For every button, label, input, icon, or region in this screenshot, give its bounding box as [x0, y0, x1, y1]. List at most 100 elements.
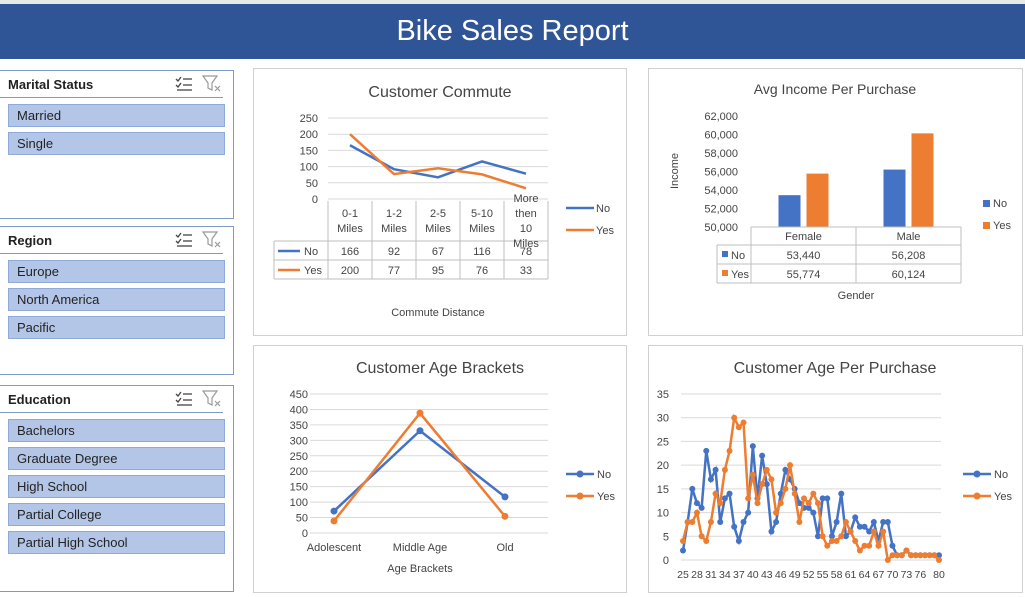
data-point-yes [787, 462, 794, 469]
data-point-yes [852, 538, 859, 545]
x-tick-label: 31 [705, 569, 717, 581]
slicer-education-item-partial-high-school[interactable]: Partial High School [8, 531, 225, 554]
y-tick-label: 0 [663, 555, 669, 567]
data-point-no [773, 519, 780, 526]
x-tick-label: 25 [677, 569, 689, 581]
bar-yes [911, 133, 934, 227]
data-value: 60,124 [892, 269, 926, 281]
slicer-region-item-pacific[interactable]: Pacific [8, 316, 225, 339]
series-line-yes [349, 133, 527, 190]
data-point-yes [931, 552, 938, 559]
multi-select-icon[interactable] [173, 390, 195, 408]
data-value: 76 [476, 265, 488, 277]
x-axis-title: Age Brackets [387, 563, 453, 575]
data-value: 200 [341, 265, 359, 277]
age-per-purchase-chart-panel[interactable]: Customer Age Per Purchase 35 30 25 20 15 10 5 0 2… [648, 345, 1023, 593]
y-tick-label: 200 [290, 466, 308, 478]
y-tick-label: 100 [290, 497, 308, 509]
data-point-yes [870, 528, 877, 535]
slicer-region[interactable]: Region Europe North America Pacific [0, 226, 234, 375]
legend-label: Yes [994, 491, 1012, 503]
y-tick-label: 35 [657, 389, 669, 401]
y-tick-label: 50,000 [704, 222, 738, 234]
data-point-yes [698, 533, 705, 540]
data-point-no [693, 500, 700, 507]
legend-label: No [596, 203, 610, 215]
data-point-yes [777, 500, 784, 507]
data-value: 33 [520, 265, 532, 277]
data-point-yes [842, 519, 849, 526]
slicer-education-header: Education [0, 386, 223, 413]
x-axis-title: Gender [838, 290, 875, 302]
data-point-yes [805, 500, 812, 507]
avg-income-chart-panel[interactable]: Avg Income Per Purchase 62,000 60,000 58,00… [648, 68, 1023, 336]
x-tick-label: 58 [831, 569, 843, 581]
table-series-label: No [304, 246, 318, 258]
data-point-no [703, 447, 710, 454]
y-tick-label: 52,000 [704, 204, 738, 216]
clear-filter-icon[interactable] [201, 390, 223, 408]
data-point-yes [866, 542, 873, 549]
data-point-yes [824, 542, 831, 549]
y-tick-label: 150 [290, 482, 308, 494]
data-point-yes [717, 500, 724, 507]
legend-label: No [597, 469, 611, 481]
data-point-yes [884, 557, 891, 563]
data-value: 53,440 [787, 250, 821, 262]
data-point-yes [721, 466, 728, 473]
slicer-education-item-partial-college[interactable]: Partial College [8, 503, 225, 526]
data-point-yes [796, 519, 803, 526]
y-tick-label: 250 [300, 113, 318, 125]
slicer-education-item-bachelors[interactable]: Bachelors [8, 419, 225, 442]
legend-key-no [983, 200, 990, 207]
category-label: then [515, 208, 536, 220]
data-point-yes [740, 419, 747, 426]
data-point-no [749, 443, 756, 450]
slicer-education-item-graduate-degree[interactable]: Graduate Degree [8, 447, 225, 470]
data-point-yes [814, 500, 821, 507]
age-brackets-chart: Customer Age Brackets 450 400 350 300 250 200 1… [290, 360, 616, 575]
data-point-no [501, 493, 509, 501]
data-point-no [416, 427, 424, 435]
category-label: 10 [520, 223, 532, 235]
customer-commute-chart: Customer Commute 250 200 150 100 50 0 0-1 Miles 1… [273, 84, 614, 319]
data-point-no [698, 504, 705, 511]
clear-filter-icon[interactable] [201, 231, 223, 249]
y-tick-label: 58,000 [704, 148, 738, 160]
slicer-region-item-europe[interactable]: Europe [8, 260, 225, 283]
clear-filter-icon[interactable] [201, 75, 223, 93]
chart-title: Customer Age Brackets [356, 360, 524, 377]
x-tick-label: 70 [887, 569, 899, 581]
x-axis-title: Commute Distance [391, 307, 485, 319]
bar-no [778, 195, 801, 227]
category-label: 5-10 [471, 208, 493, 220]
customer-commute-chart-panel[interactable]: Customer Commute 250 200 150 100 50 0 0-1 Miles 1… [253, 68, 627, 336]
slicer-region-item-north-america[interactable]: North America [8, 288, 225, 311]
age-per-purchase-chart: Customer Age Per Purchase353025201510502… [657, 360, 1013, 581]
slicer-marital-item-single[interactable]: Single [8, 132, 225, 155]
y-tick-label: 350 [290, 420, 308, 432]
data-point-no [689, 485, 696, 492]
slicer-education[interactable]: Education Bachelors Graduate Degree High Sc… [0, 385, 234, 592]
multi-select-icon[interactable] [173, 75, 195, 93]
slicer-education-item-high-school[interactable]: High School [8, 475, 225, 498]
data-value: 55,774 [787, 269, 821, 281]
legend-key-yes [983, 222, 990, 229]
multi-select-icon[interactable] [173, 231, 195, 249]
data-point-no [680, 547, 686, 554]
y-tick-label: 50 [306, 178, 318, 190]
data-point-yes [712, 490, 719, 497]
x-tick-label: 67 [873, 569, 885, 581]
category-label: Male [897, 231, 921, 243]
age-brackets-chart-panel[interactable]: Customer Age Brackets 450 400 350 300 250 200 1… [253, 345, 627, 593]
slicer-marital-status[interactable]: Marital Status Married Single [0, 70, 234, 219]
y-tick-label: 54,000 [704, 185, 738, 197]
slicer-marital-header: Marital Status [0, 71, 223, 98]
report-title: Bike Sales Report [396, 15, 629, 47]
data-point-no [759, 452, 766, 459]
y-tick-label: 62,000 [704, 111, 738, 123]
data-point-no [824, 495, 831, 502]
category-label: Female [785, 231, 822, 243]
data-point-yes [903, 547, 910, 554]
slicer-marital-item-married[interactable]: Married [8, 104, 225, 127]
